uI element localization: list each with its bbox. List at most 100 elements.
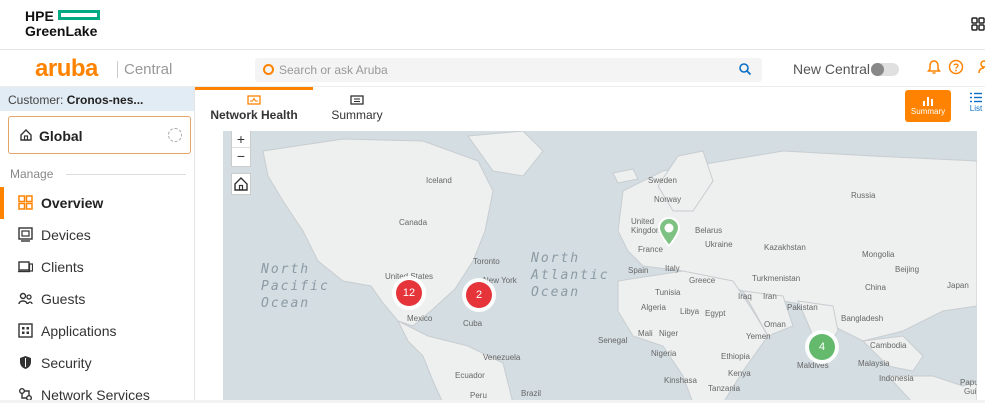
map-place-label: Kinshasa	[664, 376, 697, 385]
summary-icon	[350, 95, 364, 105]
map-place-label: Algeria	[641, 303, 666, 312]
map-place-label: Ecuador	[455, 371, 485, 380]
search-icon[interactable]	[738, 62, 752, 76]
sidebar-item-label: Applications	[41, 323, 117, 339]
map-place-label: Norway	[654, 195, 682, 204]
network-health-icon	[247, 95, 261, 105]
map-place-label: Canada	[399, 218, 428, 227]
guests-icon	[18, 292, 33, 305]
map-place-label: Peru	[470, 391, 487, 400]
map-zoom-control: + −	[231, 131, 251, 167]
applications-icon	[18, 323, 33, 338]
manage-section-header: Manage	[10, 167, 190, 181]
zoom-in-button[interactable]: +	[232, 131, 250, 148]
map-place-label: Maldives	[797, 361, 829, 370]
list-view-button[interactable]: List	[966, 92, 985, 113]
home-icon	[20, 129, 32, 141]
summary-view-button[interactable]: Summary	[905, 90, 951, 122]
site-cluster-marker[interactable]: 2	[466, 282, 492, 308]
map-place-label: New York	[483, 276, 517, 285]
map-place-label: Italy	[665, 264, 680, 273]
map-place-label: Pakistan	[787, 303, 818, 312]
ocean-label-north-atlantic: North Atlantic Ocean	[531, 250, 610, 301]
map-place-label: Spain	[628, 266, 649, 275]
map-home-button[interactable]	[231, 173, 251, 195]
world-map[interactable]: North Pacific Ocean North Atlantic Ocean…	[223, 131, 977, 403]
map-place-label: Greece	[689, 276, 716, 285]
ocean-label-north-pacific: North Pacific Ocean	[261, 261, 330, 312]
scope-selector[interactable]: Global	[8, 116, 191, 154]
sidebar-item-devices[interactable]: Devices	[0, 219, 194, 251]
map-place-label: Niger	[659, 329, 679, 338]
map-place-label: Iceland	[426, 176, 452, 185]
map-place-label: Malaysia	[858, 359, 890, 368]
tab-summary[interactable]: Summary	[315, 87, 399, 126]
grid-icon	[18, 195, 33, 210]
hpe-logo-text: HPE	[25, 8, 54, 24]
section-title: Manage	[10, 167, 54, 181]
greenlake-text: GreenLake	[25, 23, 98, 39]
hpe-greenlake-logo[interactable]: HPE GreenLake	[25, 9, 100, 39]
aruba-logo[interactable]: aruba	[35, 55, 98, 83]
map-place-label: Venezuela	[483, 353, 521, 362]
map-place-label: Iraq	[738, 292, 752, 301]
map-place-label: Kazakhstan	[764, 243, 806, 252]
zoom-out-button[interactable]: −	[232, 148, 250, 166]
sidebar-item-label: Overview	[41, 195, 104, 211]
devices-icon	[18, 227, 33, 242]
toggle-knob	[871, 63, 884, 76]
map-place-label: Indonesia	[879, 374, 914, 383]
sidebar-item-label: Devices	[41, 227, 91, 243]
sidebar-item-security[interactable]: Security	[0, 347, 194, 379]
map-place-label: Libya	[680, 307, 700, 316]
sidebar-item-applications[interactable]: Applications	[0, 315, 194, 347]
loading-spinner-icon	[168, 128, 182, 142]
shield-icon	[20, 356, 31, 369]
app-launcher-icon[interactable]	[971, 16, 985, 32]
help-icon[interactable]	[948, 59, 964, 75]
sidebar-item-label: Clients	[41, 259, 84, 275]
tab-label: Summary	[331, 108, 383, 122]
sidebar-item-guests[interactable]: Guests	[0, 283, 194, 315]
search-input[interactable]: Search or ask Aruba	[255, 58, 762, 82]
user-icon[interactable]	[978, 59, 985, 75]
sidebar-item-overview[interactable]: Overview	[0, 187, 194, 219]
site-cluster-marker[interactable]: 4	[809, 334, 835, 360]
site-cluster-marker[interactable]: 12	[396, 280, 422, 306]
dashboard-tabs: Network Health Summary	[195, 87, 985, 126]
bell-icon[interactable]	[927, 59, 941, 75]
map-pin-icon[interactable]	[657, 217, 681, 247]
new-central-label: New Central	[793, 61, 871, 77]
map-place-label: Japan	[947, 281, 969, 290]
map-place-label: Papua	[960, 378, 977, 387]
map-place-label: Mali	[638, 329, 653, 338]
clients-icon	[18, 261, 33, 273]
customer-selector[interactable]: Customer: Cronos-nes...	[0, 87, 194, 111]
aruba-assistant-icon	[263, 64, 274, 75]
map-place-label: Oman	[764, 320, 786, 329]
home-icon	[234, 177, 248, 191]
ocean-label-text: North Atlantic Ocean	[531, 251, 610, 300]
map-place-label: Russia	[851, 191, 876, 200]
map-place-label: Brazil	[521, 389, 542, 398]
search-placeholder: Search or ask Aruba	[279, 63, 388, 77]
map-place-label: Belarus	[695, 226, 723, 235]
new-central-toggle[interactable]	[871, 63, 899, 76]
scope-label: Global	[39, 128, 83, 144]
tab-network-health[interactable]: Network Health	[195, 87, 313, 126]
map-place-label: Iran	[763, 292, 777, 301]
map-place-label: Guin	[964, 387, 977, 396]
ocean-label-text: North Pacific Ocean	[261, 262, 330, 311]
map-place-label: Yemen	[746, 332, 771, 341]
tab-label: Network Health	[210, 108, 298, 122]
map-place-label: Nigeria	[651, 349, 677, 358]
list-icon	[970, 92, 982, 103]
map-place-label: Tunisia	[655, 288, 681, 297]
map-place-label: Tanzania	[708, 384, 741, 393]
map-place-label: Bangladesh	[841, 314, 884, 323]
map-place-label: Cambodia	[870, 341, 907, 350]
map-place-label: Cuba	[463, 319, 483, 328]
sidebar-item-clients[interactable]: Clients	[0, 251, 194, 283]
map-place-label: Beijing	[895, 265, 920, 274]
map-place-label: Egypt	[705, 309, 726, 318]
